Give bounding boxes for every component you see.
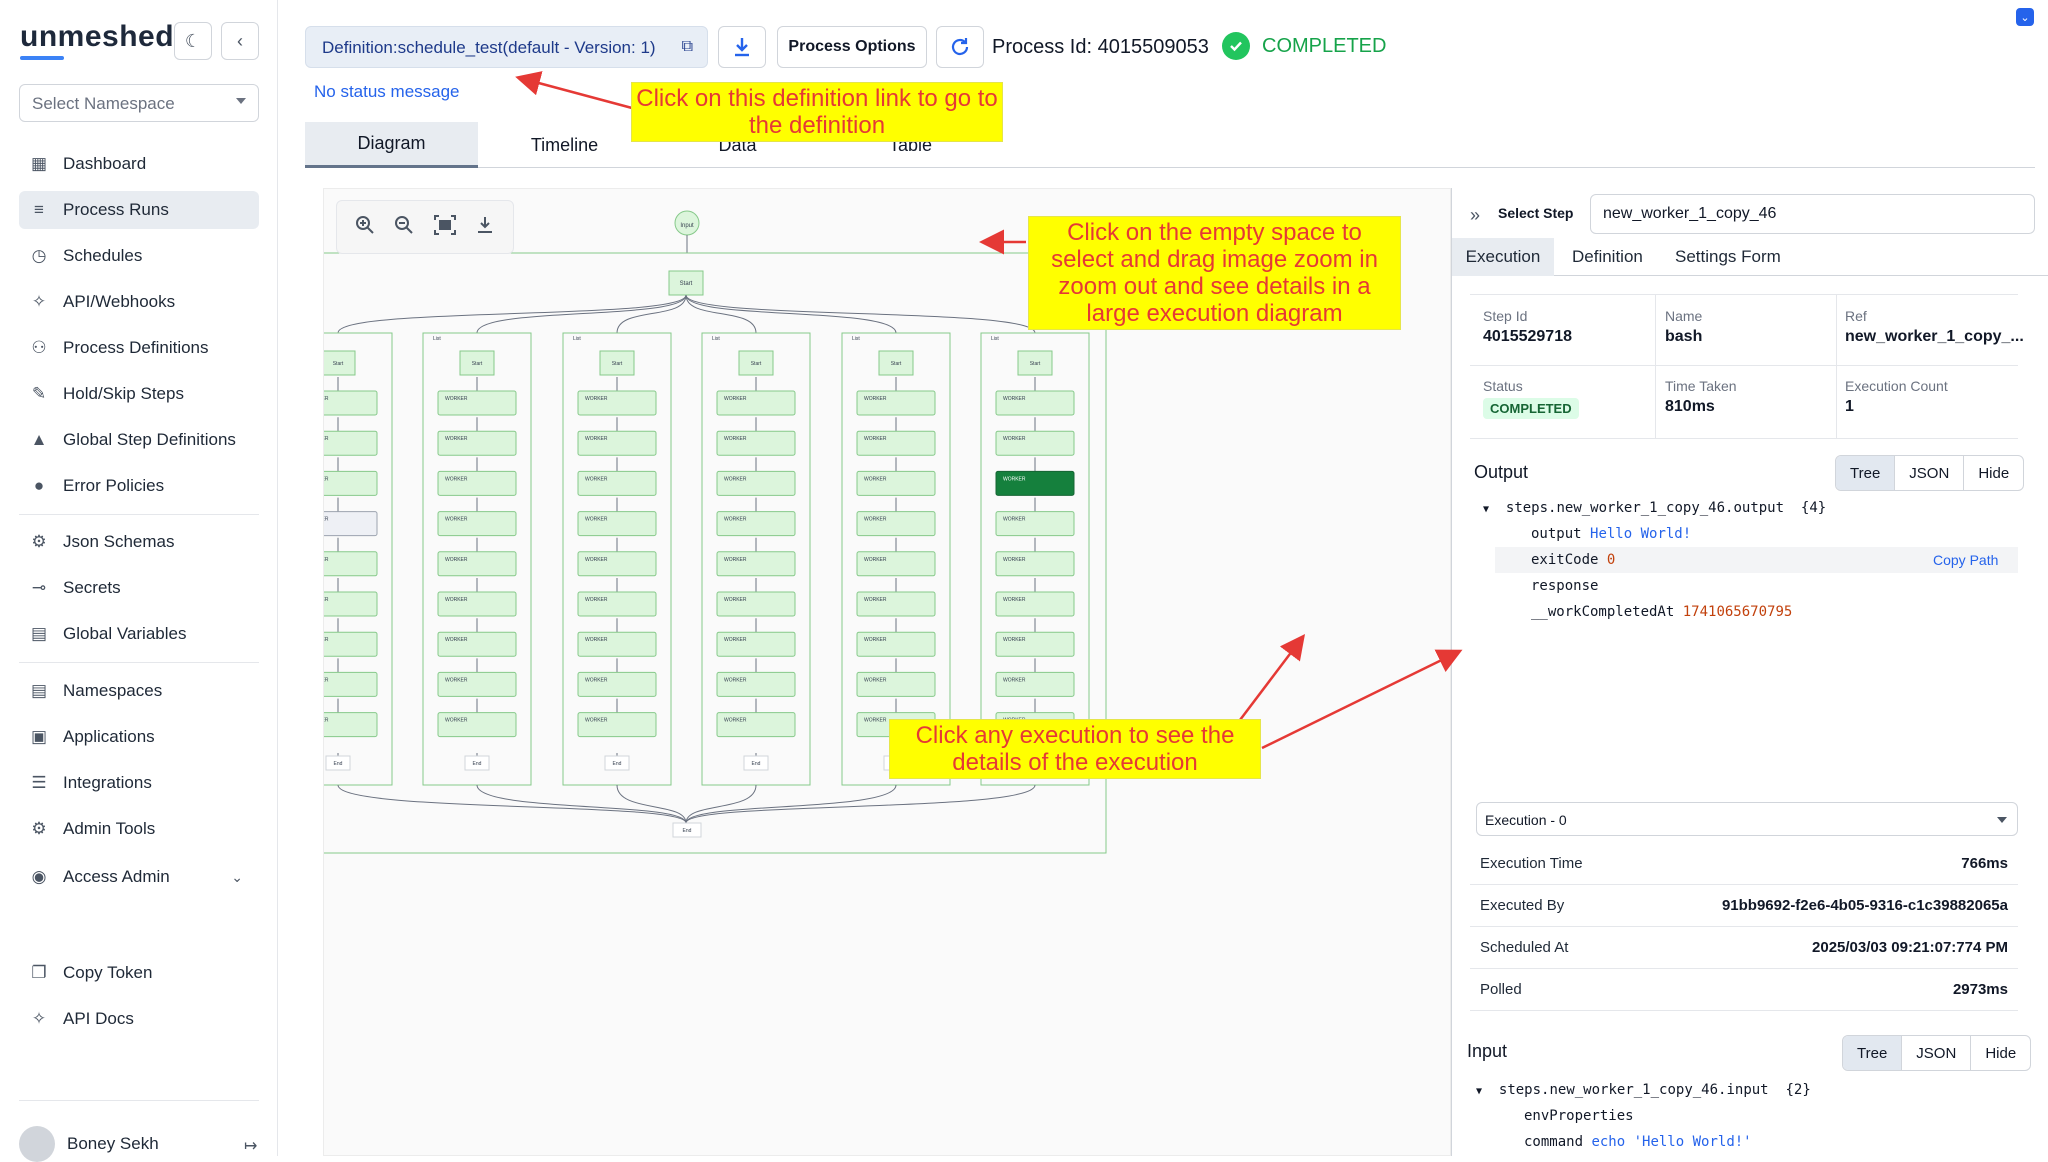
arrow-to-definition bbox=[515, 71, 633, 110]
annotation-arrows bbox=[515, 71, 1463, 750]
annotation-definition: Click on this definition link to go to t… bbox=[631, 82, 1003, 142]
arrow-to-panel bbox=[1261, 649, 1463, 750]
annotation-empty-space: Click on the empty space to select and d… bbox=[1028, 216, 1401, 330]
arrow-to-node bbox=[1239, 634, 1306, 721]
annotation-execution: Click any execution to see the details o… bbox=[889, 719, 1261, 779]
